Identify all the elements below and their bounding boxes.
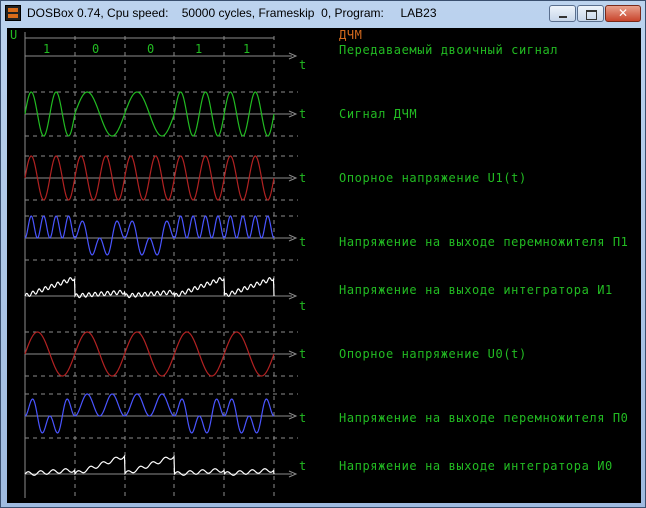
multiplier-p0-trace xyxy=(24,393,275,434)
t-label: t xyxy=(299,411,307,425)
signal-plot xyxy=(24,32,298,498)
fsk-signal-trace xyxy=(24,91,275,137)
row-label-ref0: Опорное напряжение U0(t) xyxy=(339,347,527,361)
t-label: t xyxy=(299,235,307,249)
row-label-int1: Напряжение на выходе интегратора И1 xyxy=(339,283,613,297)
t-label: t xyxy=(299,107,307,121)
maximize-icon xyxy=(578,6,603,21)
dos-screen[interactable]: U ДЧМ 1 0 0 1 1 Передаваемый двоичный си… xyxy=(7,28,641,503)
reference-u1-trace xyxy=(24,155,275,201)
integrator-i0-trace xyxy=(24,454,275,476)
signal-traces xyxy=(24,37,275,476)
t-label: t xyxy=(299,459,307,473)
time-grid xyxy=(25,36,298,498)
row-label-int0: Напряжение на выходе интегратора И0 xyxy=(339,459,613,473)
u-axis-label: U xyxy=(10,28,18,42)
row-label-binary: Передаваемый двоичный сигнал xyxy=(339,43,559,57)
dosbox-icon[interactable] xyxy=(5,5,21,21)
row-label-mult1: Напряжение на выходе перемножителя П1 xyxy=(339,235,629,249)
maximize-button[interactable] xyxy=(577,5,604,22)
t-label: t xyxy=(299,58,307,72)
integrator-i1-trace xyxy=(24,276,275,299)
row-label-ref1: Опорное напряжение U1(t) xyxy=(339,171,527,185)
bit-value: 1 xyxy=(195,42,203,56)
title-bar[interactable]: DOSBox 0.74, Cpu speed: 50000 cycles, Fr… xyxy=(1,1,645,27)
window-title: DOSBox 0.74, Cpu speed: 50000 cycles, Fr… xyxy=(27,6,437,20)
dosbox-window: DOSBox 0.74, Cpu speed: 50000 cycles, Fr… xyxy=(0,0,646,508)
screen-title: ДЧМ xyxy=(339,28,363,42)
bit-value: 0 xyxy=(147,42,155,56)
multiplier-p1-trace xyxy=(24,215,275,256)
close-button[interactable]: ✕ xyxy=(605,5,641,22)
minimize-button[interactable] xyxy=(549,5,576,22)
axes xyxy=(24,32,298,498)
minimize-icon xyxy=(550,6,575,21)
t-label: t xyxy=(299,171,307,185)
close-icon: ✕ xyxy=(617,6,629,20)
row-label-mult0: Напряжение на выходе перемножителя П0 xyxy=(339,411,629,425)
bit-value: 1 xyxy=(243,42,251,56)
t-label: t xyxy=(299,299,307,313)
t-label: t xyxy=(299,347,307,361)
bit-value: 1 xyxy=(43,42,51,56)
bit-value: 0 xyxy=(92,42,100,56)
row-label-fsk: Сигнал ДЧМ xyxy=(339,107,418,121)
